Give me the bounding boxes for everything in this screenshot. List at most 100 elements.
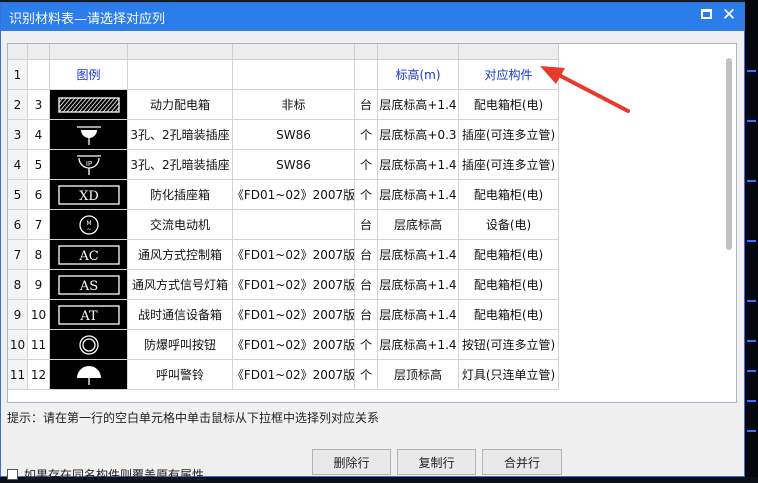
mapping-cell-name[interactable] [128, 60, 233, 90]
cell-comp[interactable]: 配电箱柜(电) [459, 90, 559, 120]
cell-elev[interactable]: 层底标高+1.4 [378, 330, 459, 360]
cell-name[interactable]: 呼叫警铃 [128, 360, 233, 390]
table-row: 7 8 AC 通风方式控制箱 《FD01~02》2007版台层底标高+1.4 配电箱柜(电… [8, 240, 708, 270]
cell-spec[interactable]: SW86 [233, 120, 355, 150]
cell-seq[interactable]: 5 [28, 150, 50, 180]
cell-comp[interactable]: 插座(可连多立管) [459, 150, 559, 180]
cell-comp[interactable]: 灯具(只连单立管) [459, 360, 559, 390]
cell-spec[interactable]: 《FD01~02》2007版 [233, 270, 355, 300]
cell-num[interactable]: 6 [8, 210, 28, 240]
cell-comp[interactable]: 设备(电) [459, 210, 559, 240]
cell-num[interactable]: 9 [8, 300, 28, 330]
cell-name[interactable]: 防化插座箱 [128, 180, 233, 210]
panel-hatched-icon[interactable] [50, 90, 128, 120]
cell-seq[interactable]: 3 [28, 90, 50, 120]
cell-seq[interactable]: 6 [28, 180, 50, 210]
bell-icon[interactable] [50, 360, 128, 390]
cell-spec[interactable]: 《FD01~02》2007版 [233, 330, 355, 360]
mapping-cell-seq[interactable] [28, 60, 50, 90]
merge-row-button[interactable]: 合并行 [482, 449, 562, 475]
cell-elev[interactable]: 层底标高 [378, 210, 459, 240]
mapping-cell-spec[interactable] [233, 60, 355, 90]
svg-text:AC: AC [78, 249, 98, 264]
cell-name[interactable]: 通风方式信号灯箱 [128, 270, 233, 300]
cell-unit[interactable]: 台 [355, 270, 378, 300]
window-title: 识别材料表—请选择对应列 [9, 12, 166, 27]
cell-num[interactable]: 8 [8, 270, 28, 300]
cell-elev[interactable]: 层底标高+1.4 [378, 90, 459, 120]
cell-spec[interactable]: 《FD01~02》2007版 [233, 360, 355, 390]
maximize-icon[interactable] [701, 9, 712, 19]
mapping-cell-elevation[interactable]: 标高(m) [378, 60, 459, 90]
cell-seq[interactable]: 4 [28, 120, 50, 150]
cell-unit[interactable]: 个 [355, 360, 378, 390]
cell-num[interactable]: 4 [8, 150, 28, 180]
cell-name[interactable]: 交流电动机 [128, 210, 233, 240]
overwrite-checkbox[interactable] [7, 469, 18, 480]
cell-elev[interactable]: 层底标高+1.4 [378, 270, 459, 300]
motor-icon[interactable]: M ~ [50, 210, 128, 240]
cell-seq[interactable]: 9 [28, 270, 50, 300]
button-icon[interactable] [50, 330, 128, 360]
cell-num[interactable]: 3 [8, 120, 28, 150]
copy-row-button[interactable]: 复制行 [397, 449, 476, 475]
cell-seq[interactable]: 7 [28, 210, 50, 240]
cell-spec[interactable]: 《FD01~02》2007版 [233, 240, 355, 270]
mapping-cell-unit[interactable] [355, 60, 378, 90]
cell-comp[interactable]: 配电箱柜(电) [459, 240, 559, 270]
cell-num[interactable]: 11 [8, 360, 28, 390]
cell-name[interactable]: 动力配电箱 [128, 90, 233, 120]
cell-name[interactable]: 防爆呼叫按钮 [128, 330, 233, 360]
cell-spec[interactable]: 《FD01~02》2007版 [233, 180, 355, 210]
close-icon[interactable]: ✕ [720, 6, 738, 24]
cell-comp[interactable]: 配电箱柜(电) [459, 300, 559, 330]
socket-icon[interactable] [50, 120, 128, 150]
cell-name[interactable]: 3孔、2孔暗装插座 [128, 120, 233, 150]
cell-spec[interactable]: SW86 [233, 150, 355, 180]
material-table[interactable]: 1 图例 标高(m) 对应构件 2 3 动力配电箱 非标台层底标高+1.4 配电箱柜(电… [7, 43, 737, 403]
cell-num[interactable]: 7 [8, 240, 28, 270]
cell-comp[interactable]: 按钮(可连多立管) [459, 330, 559, 360]
cell-elev[interactable]: 层底标高+1.4 [378, 300, 459, 330]
cell-num[interactable]: 10 [8, 330, 28, 360]
delete-row-button[interactable]: 删除行 [312, 449, 391, 475]
cell-unit[interactable]: 台 [355, 90, 378, 120]
cell-spec[interactable] [233, 210, 355, 240]
cell-comp[interactable]: 插座(可连多立管) [459, 120, 559, 150]
ac-box-icon[interactable]: AC [50, 240, 128, 270]
socket-ip-icon[interactable]: IP [50, 150, 128, 180]
title-bar[interactable]: 识别材料表—请选择对应列 ✕ [1, 3, 744, 31]
cell-elev[interactable]: 层顶标高 [378, 360, 459, 390]
cell-elev[interactable]: 层底标高+1.4 [378, 180, 459, 210]
xd-box-icon[interactable]: XD [50, 180, 128, 210]
cell-unit[interactable]: 台 [355, 240, 378, 270]
cell-unit[interactable]: 台 [355, 210, 378, 240]
cell-num[interactable]: 2 [8, 90, 28, 120]
mapping-cell-component[interactable]: 对应构件 [459, 60, 559, 90]
as-box-icon[interactable]: AS [50, 270, 128, 300]
cell-name[interactable]: 3孔、2孔暗装插座 [128, 150, 233, 180]
cell-elev[interactable]: 层底标高+1.4 [378, 150, 459, 180]
cell-unit[interactable]: 台 [355, 300, 378, 330]
vertical-scrollbar[interactable] [726, 58, 732, 250]
cell-spec[interactable]: 《FD01~02》2007版 [233, 300, 355, 330]
cell-seq[interactable]: 8 [28, 240, 50, 270]
cell-unit[interactable]: 个 [355, 150, 378, 180]
cell-elev[interactable]: 层底标高+1.4 [378, 240, 459, 270]
cell-seq[interactable]: 10 [28, 300, 50, 330]
cell-name[interactable]: 战时通信设备箱 [128, 300, 233, 330]
cell-unit[interactable]: 个 [355, 330, 378, 360]
overwrite-checkbox-row[interactable]: 如果存在同名构件则覆盖原有属性 [7, 466, 204, 483]
cell-comp[interactable]: 配电箱柜(电) [459, 180, 559, 210]
cell-seq[interactable]: 12 [28, 360, 50, 390]
cell-unit[interactable]: 个 [355, 120, 378, 150]
cell-unit[interactable]: 个 [355, 180, 378, 210]
mapping-cell-legend[interactable]: 图例 [50, 60, 128, 90]
at-box-icon[interactable]: AT [50, 300, 128, 330]
cell-name[interactable]: 通风方式控制箱 [128, 240, 233, 270]
cell-spec[interactable]: 非标 [233, 90, 355, 120]
cell-seq[interactable]: 11 [28, 330, 50, 360]
cell-elev[interactable]: 层底标高+0.3 [378, 120, 459, 150]
cell-num[interactable]: 5 [8, 180, 28, 210]
cell-comp[interactable]: 配电箱柜(电) [459, 270, 559, 300]
